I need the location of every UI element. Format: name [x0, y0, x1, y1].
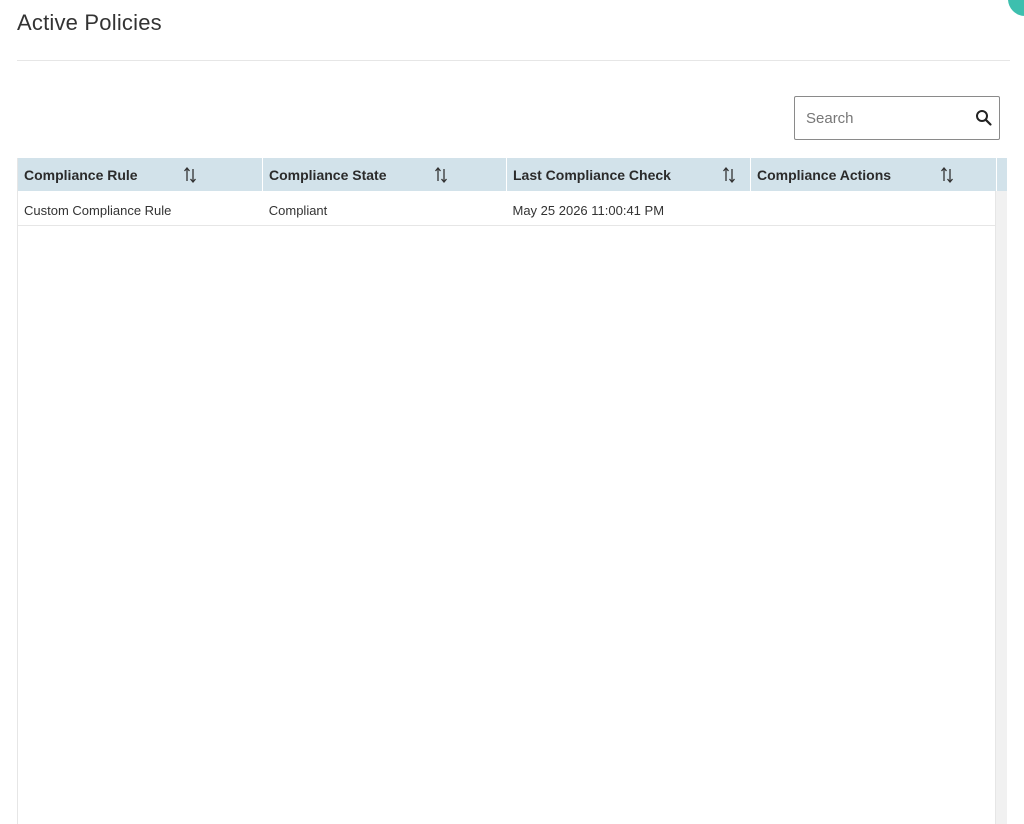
cell-compliance-state: Compliant — [263, 191, 507, 226]
sort-icon[interactable] — [433, 166, 449, 184]
table-row[interactable]: Custom Compliance Rule Compliant May 25 … — [18, 191, 996, 226]
search-box[interactable] — [794, 96, 1000, 140]
policies-grid: Compliance Rule Compliance State Last Co… — [17, 158, 1007, 824]
column-header-label: Compliance Rule — [24, 167, 138, 183]
column-header-label: Compliance State — [269, 167, 387, 183]
search-input[interactable] — [796, 98, 966, 138]
search-icon[interactable] — [975, 109, 993, 127]
cell-text: Compliant — [268, 203, 328, 218]
column-header-last-compliance-check[interactable]: Last Compliance Check — [507, 158, 751, 191]
column-header-label: Compliance Actions — [757, 167, 892, 183]
column-header-compliance-state[interactable]: Compliance State — [263, 158, 507, 191]
vertical-scrollbar[interactable] — [995, 191, 1007, 824]
page-title: Active Policies — [17, 10, 162, 35]
cell-text: Custom Compliance Rule — [24, 203, 172, 218]
sort-icon[interactable] — [939, 166, 955, 184]
title-divider — [17, 60, 1010, 61]
sort-icon[interactable] — [182, 166, 198, 184]
cell-last-compliance-check: May 25 2026 11:00:41 PM — [507, 191, 751, 226]
column-header-compliance-rule[interactable]: Compliance Rule — [18, 158, 263, 191]
sort-icon[interactable] — [721, 166, 737, 184]
active-policies-page: Active Policies Compliance Rule — [0, 0, 1024, 824]
cell-text: May 25 2026 11:00:41 PM — [512, 203, 665, 218]
column-header-spacer — [997, 158, 1007, 191]
grid-body: Custom Compliance Rule Compliant May 25 … — [18, 191, 996, 824]
cell-compliance-actions — [750, 191, 996, 226]
column-header-label: Last Compliance Check — [513, 167, 671, 183]
column-header-compliance-actions[interactable]: Compliance Actions — [751, 158, 997, 191]
grid-header: Compliance Rule Compliance State Last Co… — [18, 158, 1007, 191]
corner-badge[interactable] — [1008, 0, 1024, 16]
cell-compliance-rule: Custom Compliance Rule — [18, 191, 263, 226]
